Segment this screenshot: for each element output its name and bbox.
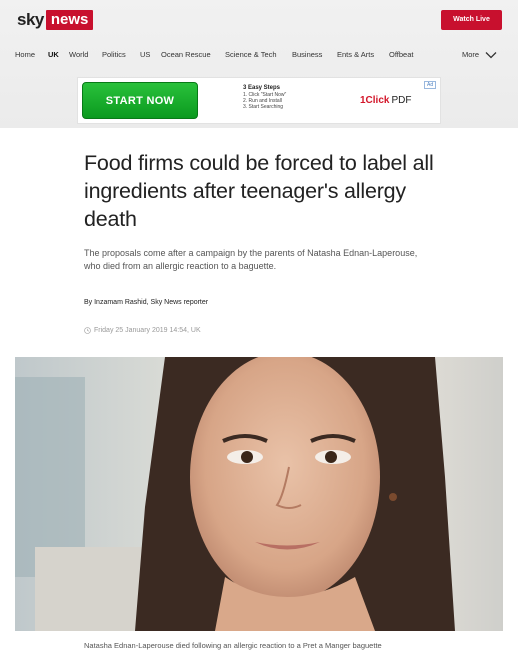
nav-item-science-tech[interactable]: Science & Tech xyxy=(225,50,277,59)
nav-item-business[interactable]: Business xyxy=(292,50,322,59)
nav-item-uk[interactable]: UK xyxy=(48,50,59,59)
watch-live-button[interactable]: Watch Live xyxy=(441,10,502,30)
nav-item-ocean-rescue[interactable]: Ocean Rescue xyxy=(161,50,211,59)
ad-choices-tag[interactable]: Ad xyxy=(424,81,437,89)
ad-step: 3. Start Searching xyxy=(243,104,284,110)
portrait-photo xyxy=(15,357,503,631)
article-standfirst: The proposals come after a campaign by t… xyxy=(84,248,418,271)
nav-more-button[interactable]: More xyxy=(462,50,497,59)
chevron-down-icon xyxy=(485,51,497,58)
ad-start-now-button[interactable]: START NOW xyxy=(82,82,198,119)
article-date-text: Friday 25 January 2019 14:54, UK xyxy=(94,327,201,334)
article-date: Friday 25 January 2019 14:54, UK xyxy=(84,327,201,334)
site-header: sky news Watch Live Home UK World Politi… xyxy=(0,0,518,128)
byline-author[interactable]: By Inzamam Rashid xyxy=(84,299,147,306)
ad-steps: 3 Easy Steps 1. Click "Start Now" 2. Run… xyxy=(243,85,286,110)
ad-brand-mark: 1Click xyxy=(360,95,390,106)
clock-icon xyxy=(84,327,91,334)
image-caption: Natasha Ednan-Laperouse died following a… xyxy=(84,641,382,650)
nav-item-home[interactable]: Home xyxy=(15,50,35,59)
nav-item-world[interactable]: World xyxy=(69,50,88,59)
ad-steps-title: 3 Easy Steps xyxy=(243,85,281,91)
nav-item-ents-arts[interactable]: Ents & Arts xyxy=(337,50,374,59)
main-nav: Home UK World Politics US Ocean Rescue S… xyxy=(0,50,518,64)
nav-item-us[interactable]: US xyxy=(140,50,150,59)
ad-brand-text: PDF xyxy=(391,95,412,106)
byline-role: , Sky News reporter xyxy=(146,299,209,306)
nav-item-offbeat[interactable]: Offbeat xyxy=(389,50,413,59)
ad-brand-logo: 1Click PDF xyxy=(360,95,411,106)
nav-item-politics[interactable]: Politics xyxy=(102,50,126,59)
article-byline: By Inzamam Rashid, Sky News reporter xyxy=(84,299,208,306)
article-hero-image[interactable] xyxy=(15,357,503,631)
sky-news-logo[interactable]: sky news xyxy=(17,10,94,30)
nav-more-label: More xyxy=(462,50,480,59)
logo-sky-text: sky xyxy=(17,10,44,29)
article-headline: Food firms could be forced to label all … xyxy=(84,151,434,231)
logo-news-text: news xyxy=(45,10,94,30)
advertisement-banner[interactable]: START NOW 3 Easy Steps 1. Click "Start N… xyxy=(77,77,441,124)
